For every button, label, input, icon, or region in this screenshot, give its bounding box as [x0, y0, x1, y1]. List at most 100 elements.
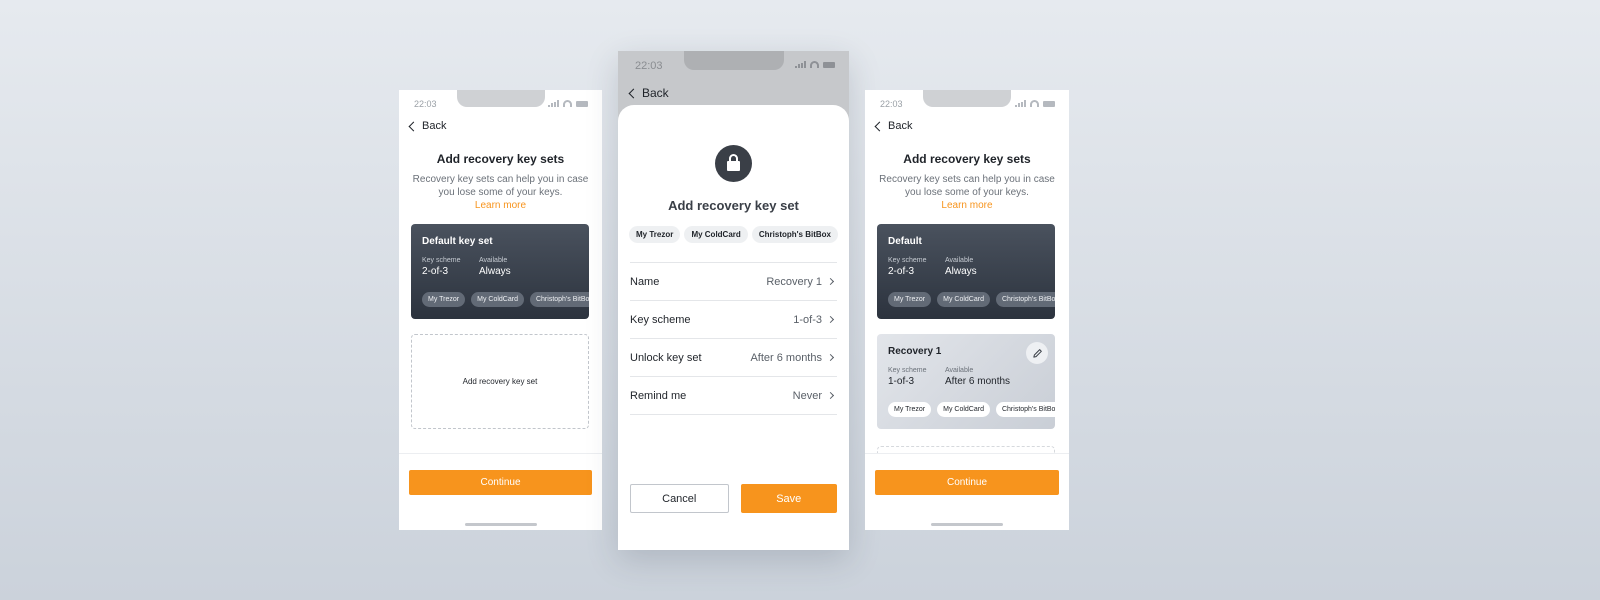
- back-button[interactable]: Back: [407, 120, 446, 132]
- row-label: Remind me: [630, 389, 687, 402]
- page-title: Add recovery key sets: [903, 152, 1031, 166]
- card-title: Recovery 1: [888, 346, 942, 357]
- device-chip: My Trezor: [888, 402, 932, 417]
- signal-icon: [548, 100, 559, 107]
- key-scheme-field: Key scheme 2-of-3: [888, 257, 927, 277]
- learn-more-link[interactable]: Learn more: [399, 200, 602, 211]
- learn-more-link[interactable]: Learn more: [865, 200, 1069, 211]
- card-title: Default key set: [422, 236, 493, 247]
- phone-notch: [923, 90, 1011, 107]
- available-field: Available Always: [479, 257, 511, 277]
- phone-screen-middle: 22:03 Back Add recovery key set My Trezo…: [618, 51, 849, 550]
- device-chip: Christoph's BitBox: [995, 292, 1055, 307]
- key-scheme-label: Key scheme: [888, 257, 927, 264]
- device-chip: My ColdCard: [471, 292, 524, 307]
- lock-icon: [715, 145, 752, 182]
- wifi-icon: [810, 61, 819, 68]
- sheet-title: Add recovery key set: [668, 198, 799, 213]
- setting-row-unlock-key-set[interactable]: Unlock key set After 6 months: [630, 339, 837, 377]
- back-label: Back: [642, 86, 669, 100]
- status-icons: [1015, 100, 1055, 107]
- available-label: Available: [945, 367, 974, 374]
- continue-button[interactable]: Continue: [409, 470, 592, 495]
- back-button[interactable]: Back: [873, 120, 912, 132]
- device-chip: My ColdCard: [937, 402, 990, 417]
- device-chip: My Trezor: [422, 292, 466, 307]
- sheet-actions: Cancel Save: [630, 484, 837, 513]
- status-time: 22:03: [635, 60, 663, 72]
- pencil-icon: [1032, 348, 1042, 358]
- key-scheme-field: Key scheme 2-of-3: [422, 257, 461, 277]
- available-value: Always: [945, 266, 977, 277]
- back-button[interactable]: Back: [627, 86, 669, 100]
- page-description: Recovery key sets can help you in case y…: [412, 174, 589, 198]
- row-value: After 6 months: [750, 351, 822, 364]
- device-chips: My Trezor My ColdCard Christoph's BitBox: [888, 402, 1055, 417]
- wifi-icon: [1030, 100, 1039, 107]
- row-label: Name: [630, 275, 660, 288]
- device-chip[interactable]: My Trezor: [629, 226, 681, 243]
- save-button[interactable]: Save: [740, 484, 837, 513]
- device-chip[interactable]: Christoph's BitBox: [751, 226, 838, 243]
- phone-notch: [683, 51, 784, 70]
- add-recovery-key-set-button[interactable]: Add recovery key set: [411, 334, 589, 429]
- edit-button[interactable]: [1026, 342, 1048, 364]
- setting-row-key-scheme[interactable]: Key scheme 1-of-3: [630, 301, 837, 339]
- device-chip: My ColdCard: [937, 292, 990, 307]
- row-value: 1-of-3: [793, 313, 822, 326]
- battery-icon: [576, 101, 588, 107]
- device-chips: My Trezor My ColdCard Christoph's BitBox: [629, 226, 838, 243]
- key-scheme-label: Key scheme: [888, 367, 927, 374]
- row-value: Never: [792, 389, 822, 402]
- status-icons: [795, 61, 835, 68]
- chevron-right-icon: [826, 353, 835, 362]
- status-time: 22:03: [880, 99, 903, 109]
- page-description: Recovery key sets can help you in case y…: [879, 174, 1055, 198]
- available-field: Available After 6 months: [945, 367, 1010, 387]
- chevron-left-icon: [874, 121, 885, 131]
- home-indicator: [931, 523, 1003, 526]
- wifi-icon: [563, 100, 572, 107]
- available-value: After 6 months: [945, 376, 1011, 387]
- back-label: Back: [888, 120, 913, 132]
- chevron-right-icon: [826, 315, 835, 324]
- setting-row-name[interactable]: Name Recovery 1: [630, 263, 837, 301]
- setting-row-remind-me[interactable]: Remind me Never: [630, 377, 837, 415]
- default-key-set-card[interactable]: Default Key scheme 2-of-3 Available Alwa…: [877, 224, 1055, 319]
- available-label: Available: [479, 257, 508, 264]
- continue-button[interactable]: Continue: [875, 470, 1059, 495]
- device-chip[interactable]: My ColdCard: [684, 226, 748, 243]
- key-scheme-value: 1-of-3: [888, 376, 915, 387]
- phone-screen-right: 22:03 Back Add recovery key sets Recover…: [865, 90, 1069, 530]
- row-value: Recovery 1: [766, 275, 822, 288]
- cancel-button[interactable]: Cancel: [630, 484, 729, 513]
- page-title: Add recovery key sets: [436, 152, 565, 166]
- battery-icon: [1043, 101, 1055, 107]
- home-indicator: [464, 523, 537, 526]
- phone-notch: [456, 90, 545, 107]
- signal-icon: [1015, 100, 1026, 107]
- settings-list: Name Recovery 1 Key scheme 1-of-3 Unlock…: [630, 262, 837, 415]
- chevron-left-icon: [628, 88, 639, 98]
- device-chip: My Trezor: [888, 292, 932, 307]
- row-label: Key scheme: [630, 313, 691, 326]
- available-label: Available: [945, 257, 974, 264]
- key-scheme-label: Key scheme: [422, 257, 461, 264]
- available-field: Available Always: [945, 257, 977, 277]
- default-key-set-card[interactable]: Default key set Key scheme 2-of-3 Availa…: [411, 224, 589, 319]
- footer-divider: [399, 453, 602, 454]
- phone-screen-left: 22:03 Back Add recovery key sets Recover…: [399, 90, 602, 530]
- device-chip: Christoph's BitBox: [529, 292, 589, 307]
- device-chips: My Trezor My ColdCard Christoph's BitBox: [422, 292, 589, 307]
- card-title: Default: [888, 236, 922, 247]
- available-value: Always: [479, 266, 511, 277]
- key-scheme-value: 2-of-3: [422, 266, 449, 277]
- status-time: 22:03: [414, 99, 437, 109]
- bottom-sheet: Add recovery key set My Trezor My ColdCa…: [618, 105, 849, 550]
- row-label: Unlock key set: [630, 351, 702, 364]
- chevron-right-icon: [826, 277, 835, 286]
- status-icons: [548, 100, 588, 107]
- device-chip: Christoph's BitBox: [995, 402, 1055, 417]
- add-box-label: Add recovery key set: [462, 377, 538, 386]
- recovery-key-set-card[interactable]: Recovery 1 Key scheme 1-of-3 Available A…: [877, 334, 1055, 429]
